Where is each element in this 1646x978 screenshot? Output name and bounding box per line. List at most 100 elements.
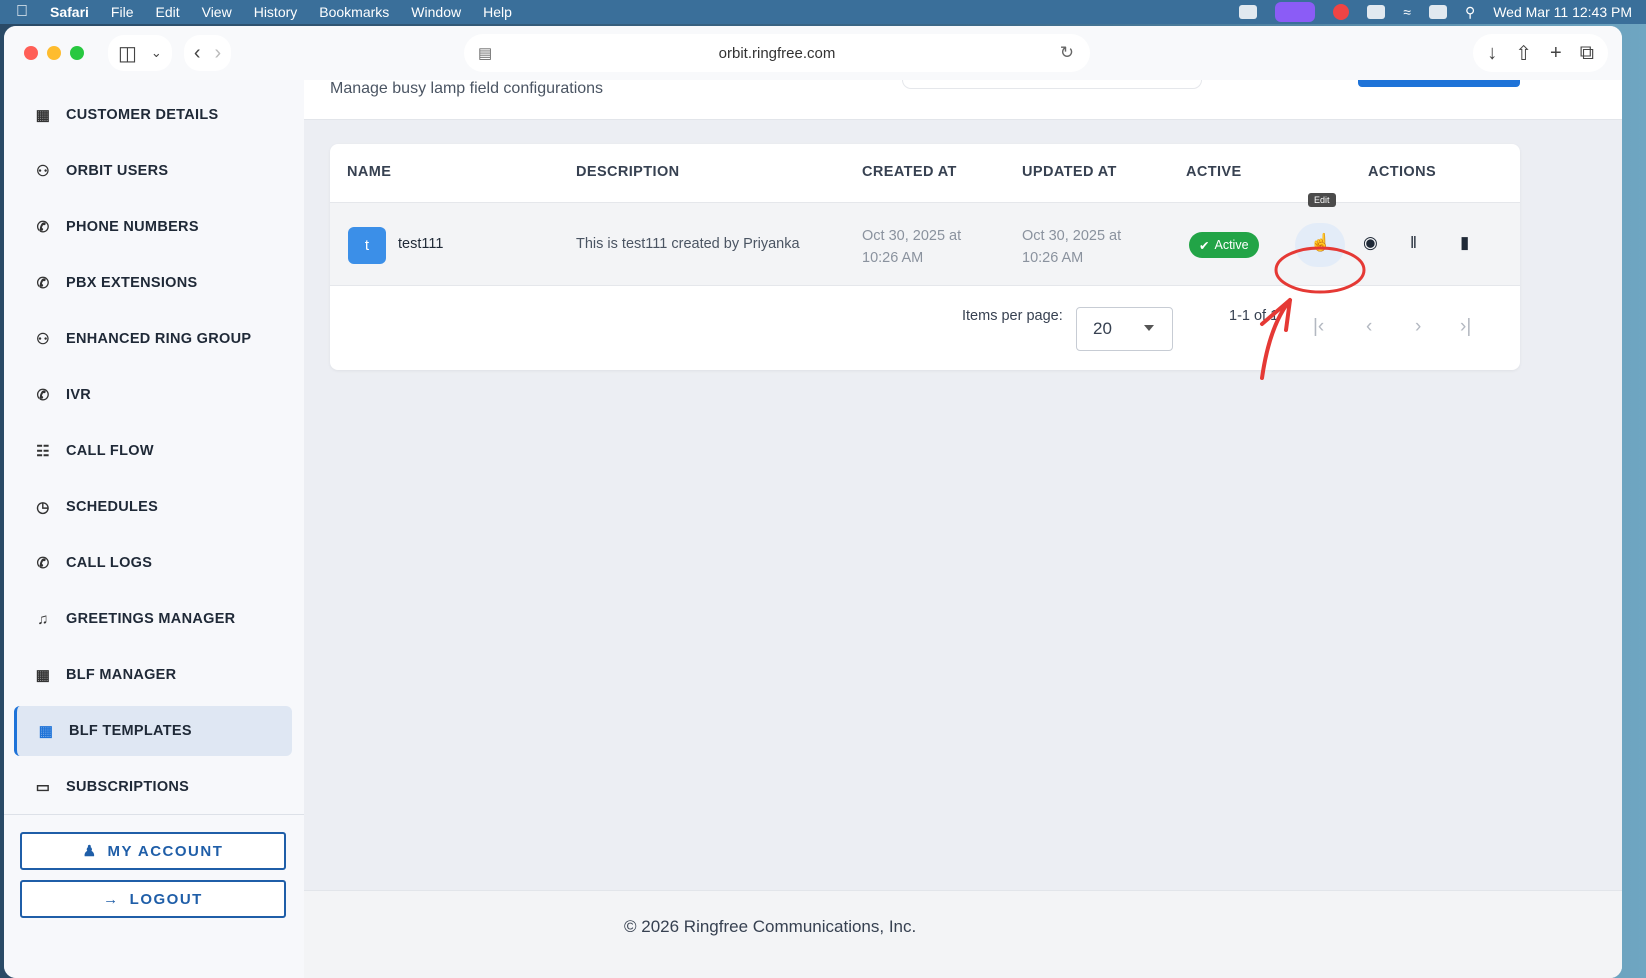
record-icon[interactable] — [1333, 4, 1350, 20]
sidebar-item-blf-templates[interactable]: ▦ BLF TEMPLATES — [14, 706, 292, 756]
templates-table: NAME DESCRIPTION CREATED AT UPDATED AT A… — [330, 144, 1520, 370]
sidebar-item-enhanced-ring-group[interactable]: ⚇ ENHANCED RING GROUP — [14, 314, 292, 364]
minimize-window-button[interactable] — [47, 46, 61, 60]
status-icon[interactable] — [1239, 5, 1258, 19]
edit-tooltip: Edit — [1308, 193, 1336, 207]
back-icon[interactable]: ‹ — [194, 42, 201, 65]
sidebar-item-schedules[interactable]: ◷ SCHEDULES — [14, 482, 292, 532]
sidebar-toggle-icon[interactable]: ◫ — [118, 41, 137, 66]
created-at: Oct 30, 2025 at 10:26 AM — [862, 225, 982, 269]
spotlight-search-icon[interactable]: ⚲ — [1465, 4, 1475, 21]
address-bar[interactable]: ▤ orbit.ringfree.com ↻ — [464, 34, 1090, 72]
sidebar-item-label: GREETINGS MANAGER — [66, 611, 236, 627]
screen-share-icon[interactable] — [1275, 2, 1316, 22]
my-account-button[interactable]: ♟ MY ACCOUNT — [20, 832, 286, 870]
tab-overview-icon[interactable]: ⧉ — [1580, 42, 1594, 65]
check-circle-icon: ✔ — [1199, 238, 1210, 253]
sidebar-item-pbx-extensions[interactable]: ✆ PBX EXTENSIONS — [14, 258, 292, 308]
sidebar-item-phone-numbers[interactable]: ✆ PHONE NUMBERS — [14, 202, 292, 252]
sidebar-item-label: BLF TEMPLATES — [69, 723, 192, 739]
phone-forward-icon: ✆ — [36, 275, 50, 292]
phone-icon: ✆ — [36, 387, 50, 404]
close-window-button[interactable] — [24, 46, 38, 60]
browser-toolbar: ◫ ⌄ ‹ › ▤ orbit.ringfree.com ↻ ↓ ⇧ + ⧉ — [4, 26, 1622, 80]
apple-icon[interactable]:  — [16, 3, 28, 21]
sidebar-item-customer-details[interactable]: ▦ CUSTOMER DETAILS — [14, 90, 292, 140]
logout-icon: → — [103, 890, 120, 908]
forward-icon[interactable]: › — [214, 42, 221, 65]
zoom-window-button[interactable] — [70, 46, 84, 60]
dashboard-icon: ▦ — [38, 723, 54, 740]
copyright-text: © 2026 Ringfree Communications, Inc. — [624, 917, 917, 936]
menu-edit[interactable]: Edit — [155, 4, 179, 20]
group-icon: ⚇ — [36, 331, 50, 348]
new-tab-icon[interactable]: + — [1550, 42, 1562, 65]
menu-view[interactable]: View — [202, 4, 232, 20]
status-label: Active — [1214, 238, 1249, 252]
next-page-icon[interactable]: › — [1415, 316, 1421, 338]
browser-window: ◫ ⌄ ‹ › ▤ orbit.ringfree.com ↻ ↓ ⇧ + ⧉ ▦… — [4, 26, 1622, 978]
window-icon[interactable] — [1367, 5, 1386, 19]
history-nav-group: ‹ › — [183, 35, 232, 71]
column-header-active[interactable]: ACTIVE — [1186, 164, 1242, 180]
window-controls — [24, 46, 84, 60]
table-row[interactable]: t test111 This is test111 created by Pri… — [330, 193, 1520, 286]
wifi-icon[interactable]: ≈ — [1403, 4, 1411, 20]
delete-trash-icon[interactable]: ▮ — [1460, 233, 1469, 253]
sidebar-item-label: SCHEDULES — [66, 499, 159, 515]
dropdown-caret-icon — [1144, 325, 1154, 331]
page-header: Manage busy lamp field configurations — [304, 80, 1622, 120]
sidebar-item-call-logs[interactable]: ✆ CALL LOGS — [14, 538, 292, 588]
menu-bookmarks[interactable]: Bookmarks — [319, 4, 389, 20]
items-per-page-label: Items per page: — [962, 308, 1063, 324]
previous-page-icon[interactable]: ‹ — [1366, 316, 1372, 338]
share-icon[interactable]: ⇧ — [1515, 41, 1532, 66]
sitemap-icon: ☷ — [36, 443, 50, 460]
page-subtitle: Manage busy lamp field configurations — [330, 80, 604, 97]
sidebar-item-label: CALL LOGS — [66, 555, 153, 571]
column-header-description[interactable]: DESCRIPTION — [576, 164, 680, 180]
sidebar-item-call-flow[interactable]: ☷ CALL FLOW — [14, 426, 292, 476]
pause-icon[interactable]: ‖ — [1410, 233, 1417, 253]
view-eye-icon[interactable]: ◉ — [1363, 233, 1378, 253]
add-template-button[interactable] — [1358, 80, 1520, 87]
menu-clock[interactable]: Wed Mar 11 12:43 PM — [1493, 4, 1632, 20]
chevron-down-icon[interactable]: ⌄ — [151, 45, 162, 61]
menu-help[interactable]: Help — [483, 4, 512, 20]
updated-at: Oct 30, 2025 at 10:26 AM — [1022, 225, 1142, 269]
logout-button[interactable]: → LOGOUT — [20, 880, 286, 918]
sidebar-item-label: ENHANCED RING GROUP — [66, 331, 252, 347]
items-per-page-select[interactable]: 20 — [1076, 307, 1173, 351]
menu-window[interactable]: Window — [411, 4, 461, 20]
last-page-icon[interactable]: ›| — [1460, 316, 1471, 338]
sidebar-divider — [4, 814, 304, 815]
column-header-actions: ACTIONS — [1368, 164, 1437, 180]
column-header-name[interactable]: NAME — [347, 164, 391, 180]
menu-file[interactable]: File — [111, 4, 134, 20]
sidebar-item-label: CALL FLOW — [66, 443, 154, 459]
reload-icon[interactable]: ↻ — [1060, 43, 1074, 63]
column-header-created-at[interactable]: CREATED AT — [862, 164, 957, 180]
site-settings-icon[interactable]: ▤ — [478, 44, 492, 62]
sidebar-item-orbit-users[interactable]: ⚇ ORBIT USERS — [14, 146, 292, 196]
search-input[interactable] — [902, 80, 1202, 89]
menu-app-name[interactable]: Safari — [50, 4, 89, 20]
status-badge: ✔ Active — [1189, 232, 1259, 258]
column-header-updated-at[interactable]: UPDATED AT — [1022, 164, 1117, 180]
sidebar-item-ivr[interactable]: ✆ IVR — [14, 370, 292, 420]
sidebar-item-greetings-manager[interactable]: ♫ GREETINGS MANAGER — [14, 594, 292, 644]
sidebar-item-blf-manager[interactable]: ▦ BLF MANAGER — [14, 650, 292, 700]
grid-icon: ▦ — [35, 667, 51, 684]
sidebar-item-label: PBX EXTENSIONS — [66, 275, 198, 291]
sidebar-toggle-group: ◫ ⌄ — [108, 35, 172, 71]
menu-history[interactable]: History — [254, 4, 298, 20]
battery-icon[interactable] — [1428, 5, 1447, 19]
items-per-page-value: 20 — [1093, 319, 1112, 338]
created-at-date: Oct 30, 2025 at — [862, 228, 962, 244]
greeting-icon: ♫ — [37, 610, 49, 628]
sidebar-item-subscriptions[interactable]: ▭ SUBSCRIPTIONS — [14, 762, 292, 812]
avatar: t — [348, 227, 386, 264]
download-icon[interactable]: ↓ — [1487, 42, 1497, 65]
toolbar-actions: ↓ ⇧ + ⧉ — [1473, 34, 1608, 72]
first-page-icon[interactable]: |‹ — [1313, 316, 1324, 338]
